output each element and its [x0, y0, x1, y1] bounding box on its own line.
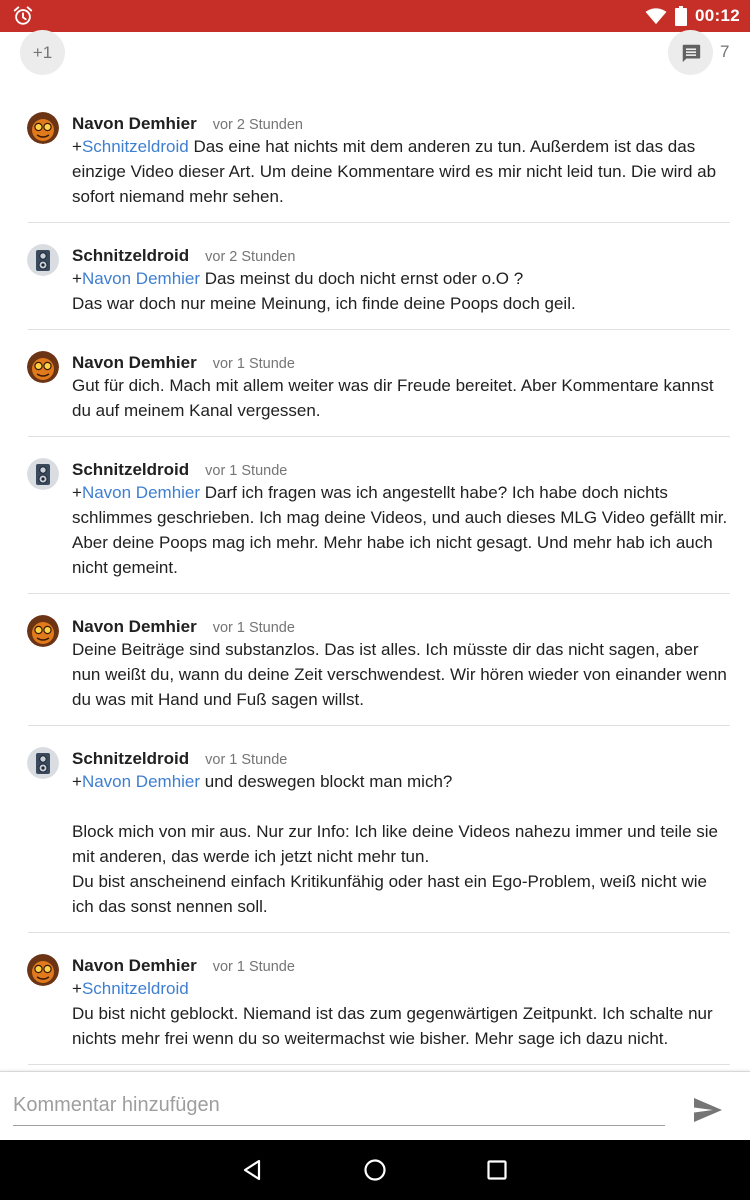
comment-author[interactable]: Schnitzeldroid [72, 460, 189, 480]
mention-link[interactable]: Navon Demhier [82, 483, 200, 502]
comment-line: Du bist nicht geblockt. Niemand ist das … [72, 1001, 730, 1051]
mention-link[interactable]: Schnitzeldroid [82, 137, 189, 156]
comment-line: Gut für dich. Mach mit allem weiter was … [72, 373, 730, 423]
back-icon [243, 1159, 261, 1181]
comment-divider [28, 932, 730, 933]
comment-divider [28, 1064, 730, 1065]
comment-item: Schnitzeldroid vor 2 Stunden +Navon Demhie… [0, 236, 750, 316]
home-icon [364, 1159, 386, 1181]
comment-body: +Schnitzeldroid Das eine hat nichts mit … [72, 134, 730, 209]
comment-body: Deine Beiträge sind substanzlos. Das ist… [72, 637, 730, 712]
comment-time: vor 1 Stunde [212, 620, 295, 636]
avatar[interactable] [27, 458, 59, 490]
comment-divider [28, 593, 730, 594]
mention-prefix: + [72, 483, 82, 502]
comment-body: +Navon Demhier Das meinst du doch nicht … [72, 266, 730, 316]
comment-line: Das war doch nur meine Meinung, ich find… [72, 291, 730, 316]
comment-divider [28, 329, 730, 330]
comment-line: +Navon Demhier Das meinst du doch nicht … [72, 266, 730, 291]
recents-icon [487, 1160, 507, 1180]
comment-author[interactable]: Navon Demhier [72, 353, 197, 373]
comment-item: Navon Demhier vor 1 Stunde +Schnitzeldroid… [0, 946, 750, 1051]
mention-prefix: + [72, 269, 82, 288]
comment-author[interactable]: Navon Demhier [72, 617, 197, 637]
alarm-icon [13, 6, 33, 25]
status-bar: 00:12 [0, 0, 750, 32]
mention-link[interactable]: Schnitzeldroid [82, 979, 189, 998]
comment-body: +Schnitzeldroid Du bist nicht geblockt. N… [72, 976, 730, 1051]
comment-body: +Navon Demhier und deswegen blockt man m… [72, 769, 730, 919]
back-button[interactable] [237, 1155, 267, 1185]
comment-text: und deswegen blockt man mich? [200, 772, 453, 791]
comment-divider [28, 436, 730, 437]
comment-time: vor 2 Stunden [212, 117, 303, 133]
wifi-icon [645, 8, 667, 25]
mention-link[interactable]: Navon Demhier [82, 772, 200, 791]
avatar[interactable] [27, 615, 59, 647]
comment-item: Navon Demhier vor 1 Stunde Deine Beiträge … [0, 607, 750, 712]
comment-author[interactable]: Schnitzeldroid [72, 749, 189, 769]
comment-line: +Schnitzeldroid Das eine hat nichts mit … [72, 134, 730, 209]
battery-icon [675, 6, 688, 26]
comment-line: +Navon Demhier und deswegen blockt man m… [72, 769, 730, 794]
comment-list: Navon Demhier vor 2 Stunden +Schnitzeldroi… [0, 104, 750, 1078]
comment-line: +Navon Demhier Darf ich fragen was ich a… [72, 480, 730, 580]
comment-item: Schnitzeldroid vor 1 Stunde +Navon Demhier… [0, 739, 750, 919]
comment-input[interactable] [13, 1086, 665, 1126]
comment-item: Navon Demhier vor 1 Stunde Gut für dich. M… [0, 343, 750, 423]
comment-text: Du bist anscheinend einfach Kritikunfähi… [72, 872, 708, 916]
comment-time: vor 1 Stunde [212, 356, 295, 372]
avatar[interactable] [27, 244, 59, 276]
mention-prefix: + [72, 979, 82, 998]
comment-author[interactable]: Schnitzeldroid [72, 246, 189, 266]
comment-divider [28, 222, 730, 223]
send-button[interactable] [688, 1090, 728, 1130]
comment-divider [28, 725, 730, 726]
comment-body: Gut für dich. Mach mit allem weiter was … [72, 373, 730, 423]
comment-item: Navon Demhier vor 2 Stunden +Schnitzeldroi… [0, 104, 750, 209]
comment-time: vor 2 Stunden [205, 249, 296, 265]
comment-item: Schnitzeldroid vor 1 Stunde +Navon Demhier… [0, 450, 750, 580]
avatar[interactable] [27, 954, 59, 986]
comment-time: vor 1 Stunde [205, 463, 288, 479]
navigation-bar [0, 1140, 750, 1200]
plus-one-button[interactable]: +1 [20, 30, 65, 75]
avatar[interactable] [27, 351, 59, 383]
comment-author[interactable]: Navon Demhier [72, 114, 197, 134]
send-icon [694, 1098, 722, 1122]
comment-line: +Schnitzeldroid [72, 976, 730, 1001]
comment-line: Deine Beiträge sind substanzlos. Das ist… [72, 637, 730, 712]
comment-text: Das war doch nur meine Meinung, ich find… [72, 294, 576, 313]
compose-bar [0, 1071, 750, 1140]
mention-prefix: + [72, 137, 82, 156]
comment-text: Gut für dich. Mach mit allem weiter was … [72, 376, 714, 420]
comment-author[interactable]: Navon Demhier [72, 956, 197, 976]
status-time: 00:12 [695, 6, 740, 25]
comment-time: vor 1 Stunde [205, 752, 288, 768]
comment-text: Block mich von mir aus. Nur zur Info: Ic… [72, 822, 718, 866]
comments-button[interactable] [668, 30, 713, 75]
mention-prefix: + [72, 772, 82, 791]
comment-line: Du bist anscheinend einfach Kritikunfähi… [72, 869, 730, 919]
avatar[interactable] [27, 747, 59, 779]
comment-icon [682, 44, 700, 62]
comment-count: 7 [720, 42, 730, 61]
comment-text: Du bist nicht geblockt. Niemand ist das … [72, 1004, 713, 1048]
action-row: +1 7 [0, 30, 750, 80]
comment-text: Deine Beiträge sind substanzlos. Das ist… [72, 640, 727, 709]
comment-body: +Navon Demhier Darf ich fragen was ich a… [72, 480, 730, 580]
avatar[interactable] [27, 112, 59, 144]
comment-line: Block mich von mir aus. Nur zur Info: Ic… [72, 819, 730, 869]
mention-link[interactable]: Navon Demhier [82, 269, 200, 288]
comment-time: vor 1 Stunde [212, 959, 295, 975]
recents-button[interactable] [482, 1155, 512, 1185]
home-button[interactable] [360, 1155, 390, 1185]
comment-text: Das meinst du doch nicht ernst oder o.O … [200, 269, 524, 288]
